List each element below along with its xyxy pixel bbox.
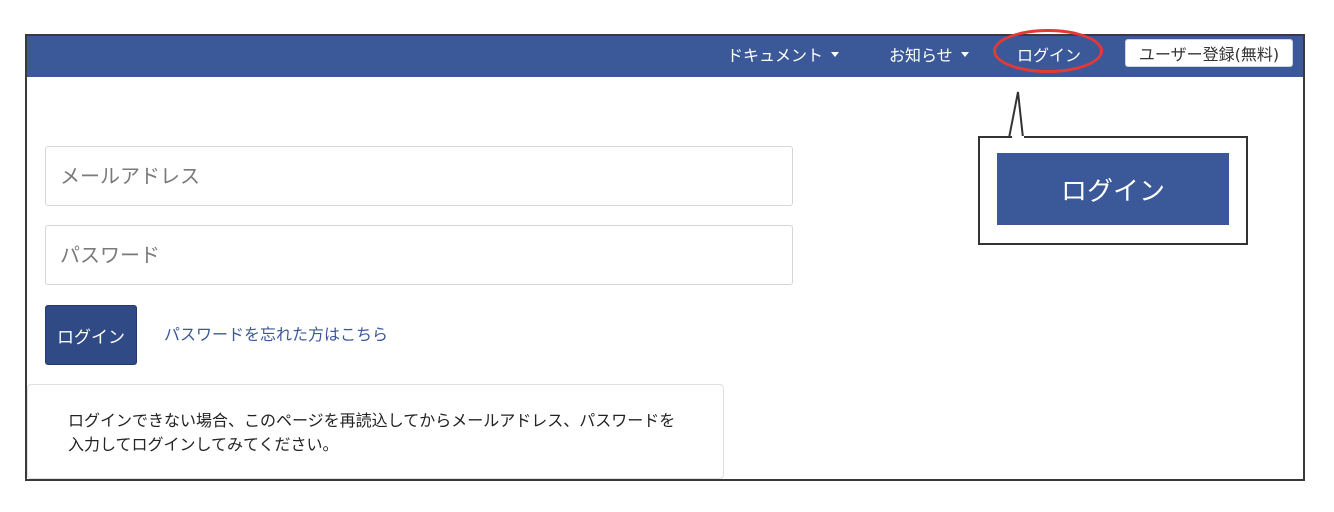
- password-input[interactable]: [45, 225, 793, 285]
- callout-login-button-image: ログイン: [997, 153, 1229, 225]
- login-highlight-circle: [993, 29, 1103, 73]
- nav-news-label: お知らせ: [889, 46, 953, 65]
- forgot-password-link[interactable]: パスワードを忘れた方はこちら: [164, 321, 388, 345]
- notice-line-1: ログインできない場合、このページを再読込してからメールアドレス、パスワードを: [68, 411, 676, 430]
- login-button[interactable]: ログイン: [45, 305, 137, 365]
- top-navbar: ドキュメント お知らせ ログイン ユーザー登録(無料): [27, 36, 1303, 77]
- browser-frame: ドキュメント お知らせ ログイン ユーザー登録(無料) ログイン パスワードを忘…: [25, 29, 1305, 481]
- login-callout-box: ログイン: [978, 136, 1248, 245]
- register-button[interactable]: ユーザー登録(無料): [1125, 39, 1293, 67]
- nav-news-dropdown[interactable]: お知らせ: [889, 36, 969, 72]
- callout-login-label: ログイン: [1060, 176, 1165, 207]
- email-input[interactable]: [45, 146, 793, 206]
- login-button-label: ログイン: [57, 327, 125, 348]
- nav-documents-label: ドキュメント: [727, 46, 824, 65]
- notice-line-2: 入力してログインしてみてください。: [68, 435, 339, 454]
- login-help-notice: ログインできない場合、このページを再読込してからメールアドレス、パスワードを 入…: [27, 384, 724, 479]
- nav-documents-dropdown[interactable]: ドキュメント: [727, 36, 840, 72]
- caret-down-icon: [960, 51, 969, 57]
- callout-joint: [1012, 136, 1024, 139]
- register-label: ユーザー登録(無料): [1138, 45, 1280, 64]
- caret-down-icon: [831, 51, 840, 57]
- callout-pointer: [1008, 91, 1024, 139]
- forgot-password-label: パスワードを忘れた方はこちら: [164, 325, 389, 344]
